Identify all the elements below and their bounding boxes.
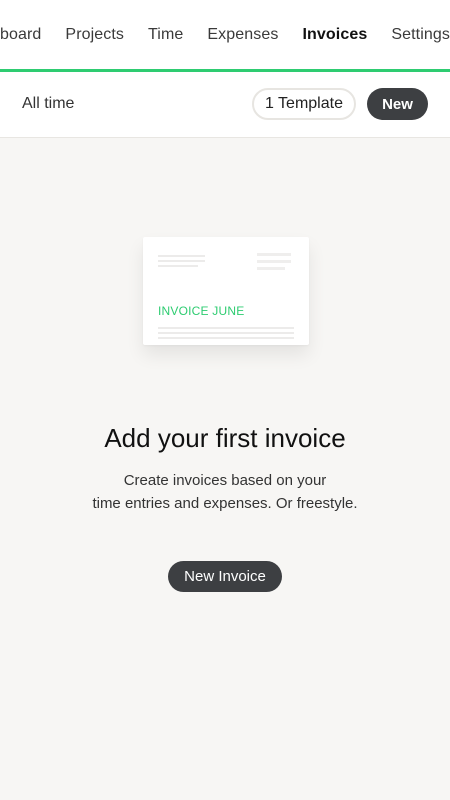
empty-state-description-line2: time entries and expenses. Or freestyle. [92,495,358,512]
illustration-header-lines [257,253,291,274]
tab-projects[interactable]: Projects [53,26,136,46]
empty-state-title: Add your first invoice [104,423,346,453]
tab-dashboard[interactable]: board [0,26,53,46]
tab-settings[interactable]: Settings [379,26,450,46]
illustration-line [158,255,205,257]
new-button[interactable]: New [367,88,428,120]
illustration-invoice-title: INVOICE JUNE [158,304,245,318]
date-filter[interactable]: All time [22,95,74,113]
invoices-toolbar: All time 1 Template New [0,72,450,138]
illustration-line [158,260,205,262]
top-navigation: board Projects Time Expenses Invoices Se… [0,0,450,72]
empty-state-description: Create invoices based on your time entri… [0,469,450,515]
empty-state-description-line1: Create invoices based on your [123,472,327,489]
tab-expenses[interactable]: Expenses [195,26,290,46]
illustration-footer-lines [158,324,294,339]
illustration-line [158,265,198,267]
new-invoice-button[interactable]: New Invoice [168,561,282,592]
templates-button[interactable]: 1 Template [252,88,356,120]
tab-bar: board Projects Time Expenses Invoices Se… [0,0,450,69]
tab-invoices[interactable]: Invoices [290,26,379,46]
tab-time[interactable]: Time [136,26,195,46]
invoice-illustration: INVOICE JUNE [143,237,309,345]
